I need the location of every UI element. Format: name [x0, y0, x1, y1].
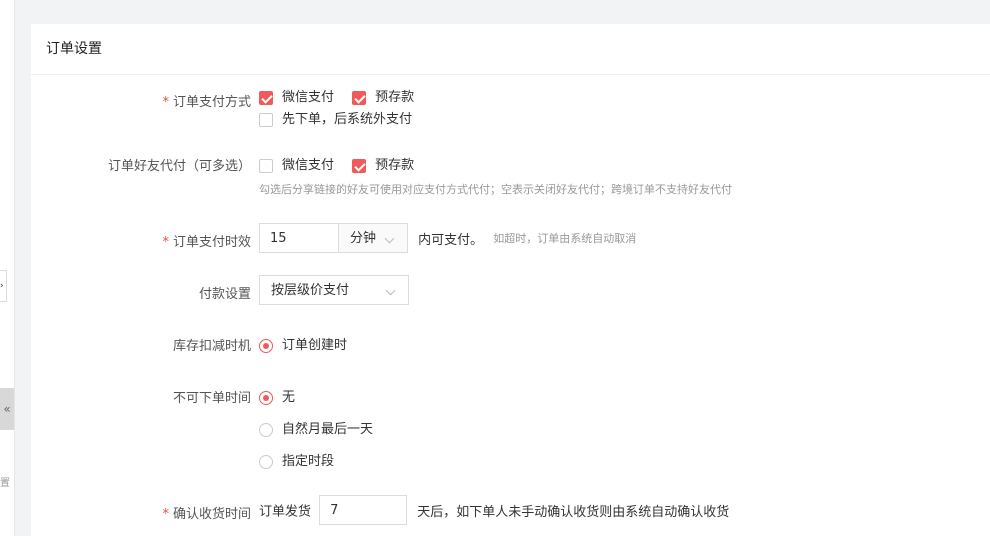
pay-timeout-controls: 15 分钟 内可支付。 如超时，订单由系统自动取消: [259, 223, 636, 253]
required-mark: *: [162, 235, 169, 250]
payment-setting-select[interactable]: 按层级价支付: [259, 275, 409, 305]
radio-order-created[interactable]: 订单创建时: [259, 334, 347, 353]
stock-deduct-label: 库存扣减时机: [172, 339, 251, 354]
pay-timeout-hint: 如超时，订单由系统自动取消: [493, 232, 637, 245]
checkbox-friend-prepaid[interactable]: 预存款: [352, 154, 414, 173]
sidebar-partial-text: 置: [0, 478, 10, 489]
payment-setting-label: 付款设置: [198, 287, 251, 302]
pay-method-label: * 订单支付方式: [162, 91, 251, 110]
checkbox-prepaid[interactable]: 预存款: [352, 86, 414, 105]
checkbox-offline-pay[interactable]: 先下单，后系统外支付: [259, 108, 412, 127]
option-label: 微信支付: [282, 90, 335, 105]
friend-pay-options: 微信支付 预存款: [259, 154, 428, 173]
chevron-down-icon: [384, 233, 395, 244]
pay-timeout-suffix: 内可支付。: [418, 232, 484, 248]
panel-title: 订单设置: [31, 24, 990, 75]
pay-method-options-2: 先下单，后系统外支付: [259, 108, 426, 127]
stock-deduct-options: 订单创建时: [259, 334, 361, 353]
pay-timeout-label-text: 订单支付时效: [172, 235, 251, 250]
required-mark: *: [162, 95, 169, 110]
confirm-receipt-label: * 确认收货时间: [162, 503, 251, 522]
option-label: 无: [282, 390, 296, 405]
select-value: 按层级价支付: [271, 283, 350, 298]
option-label: 预存款: [375, 158, 415, 173]
option-label: 自然月最后一天: [282, 422, 374, 437]
pay-timeout-input[interactable]: 15: [259, 223, 339, 253]
checkbox-friend-wechat-pay[interactable]: 微信支付: [259, 154, 334, 173]
pay-method-label-text: 订单支付方式: [172, 95, 251, 110]
no-order-time-label: 不可下单时间: [172, 391, 251, 406]
option-label: 订单创建时: [282, 338, 348, 353]
pay-timeout-unit-select[interactable]: 分钟: [338, 223, 408, 253]
confirm-receipt-suffix: 天后，如下单人未手动确认收货则由系统自动确认收货: [417, 504, 730, 520]
chevron-down-icon: [385, 285, 396, 296]
radio-none[interactable]: 无: [259, 386, 295, 405]
option-label: 先下单，后系统外支付: [282, 112, 413, 127]
pay-method-options: 微信支付 预存款: [259, 86, 428, 105]
confirm-receipt-prefix: 订单发货: [259, 504, 312, 520]
radio-month-last-day[interactable]: 自然月最后一天: [259, 418, 373, 437]
payment-setting-controls: 按层级价支付: [259, 275, 409, 305]
radio-selected-icon: [259, 338, 273, 353]
confirm-receipt-label-text: 确认收货时间: [172, 507, 251, 522]
pay-timeout-label: * 订单支付时效: [162, 231, 251, 250]
friend-pay-label: 订单好友代付（可多选）: [107, 159, 251, 174]
checkbox-unchecked-icon: [259, 158, 273, 173]
checkbox-checked-icon: [352, 90, 367, 105]
checkbox-wechat-pay[interactable]: 微信支付: [259, 86, 334, 105]
checkbox-checked-icon: [259, 90, 273, 105]
radio-selected-icon: [259, 390, 273, 405]
option-label: 预存款: [375, 90, 415, 105]
radio-unselected-icon: [259, 454, 273, 469]
option-label: 微信支付: [282, 158, 335, 173]
radio-unselected-icon: [259, 422, 273, 437]
sidebar-handle[interactable]: ›: [0, 270, 7, 302]
unit-value: 分钟: [350, 231, 377, 246]
checkbox-checked-icon: [352, 158, 367, 173]
friend-pay-hint: 勾选后分享链接的好友可使用对应支付方式代付；空表示关闭好友代付；跨境订单不支持好…: [259, 183, 732, 196]
confirm-receipt-days-input[interactable]: 7: [319, 495, 408, 525]
confirm-receipt-controls: 订单发货 7 天后，如下单人未手动确认收货则由系统自动确认收货: [259, 495, 729, 525]
checkbox-unchecked-icon: [259, 112, 273, 127]
option-label: 指定时段: [282, 454, 335, 469]
radio-specified-period[interactable]: 指定时段: [259, 450, 334, 469]
collapse-sidebar-button[interactable]: «: [0, 388, 14, 430]
order-settings-panel: 订单设置 * 订单支付方式 微信支付 预存款 先下单，后系统外支付 订单好友代付（…: [31, 24, 990, 536]
left-sidebar: [0, 0, 15, 536]
required-mark: *: [162, 507, 169, 522]
double-chevron-left-icon: «: [3, 402, 11, 416]
